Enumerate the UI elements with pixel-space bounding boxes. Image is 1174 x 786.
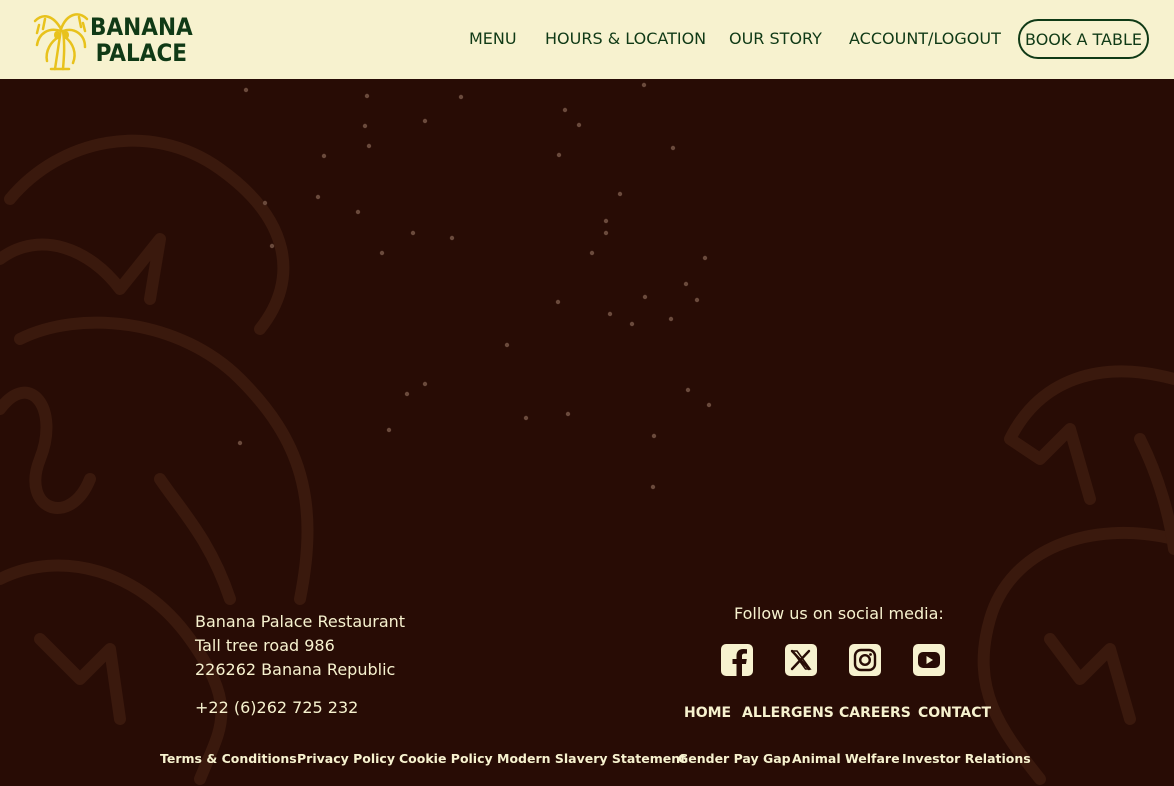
x-icon[interactable]	[784, 643, 818, 677]
legal-link-terms[interactable]: Terms & Conditions	[160, 751, 297, 766]
site-header: BANANA PALACE MENU HOURS & LOCATION OUR …	[0, 0, 1174, 79]
restaurant-address: Banana Palace Restaurant Tall tree road …	[195, 610, 405, 682]
decorative-background	[0, 82, 1174, 785]
footer-link-careers[interactable]: CAREERS	[839, 705, 911, 721]
book-table-button[interactable]: BOOK A TABLE	[1018, 19, 1149, 59]
brand-line-2: PALACE	[95, 39, 188, 67]
legal-link-modern-slavery[interactable]: Modern Slavery Statement	[497, 751, 686, 766]
legal-link-animal-welfare[interactable]: Animal Welfare	[792, 751, 900, 766]
phone-number: +22 (6)262 725 232	[195, 698, 359, 717]
brand-line-1: BANANA	[90, 13, 193, 41]
follow-label: Follow us on social media:	[734, 604, 944, 623]
instagram-icon[interactable]	[848, 643, 882, 677]
logo[interactable]: BANANA PALACE	[33, 7, 193, 71]
nav-menu[interactable]: MENU	[469, 29, 517, 48]
youtube-icon[interactable]	[912, 643, 946, 677]
legal-link-gender-pay-gap[interactable]: Gender Pay Gap	[678, 751, 791, 766]
nav-our-story[interactable]: OUR STORY	[729, 29, 822, 48]
footer-link-contact[interactable]: CONTACT	[918, 705, 991, 721]
nav-hours-location[interactable]: HOURS & LOCATION	[545, 29, 706, 48]
facebook-icon[interactable]	[720, 643, 754, 677]
footer-link-home[interactable]: HOME	[684, 705, 731, 721]
address-street: Tall tree road 986	[195, 636, 335, 655]
banana-tree-icon	[33, 13, 89, 71]
address-name: Banana Palace Restaurant	[195, 612, 406, 631]
nav-account-logout[interactable]: ACCOUNT/LOGOUT	[849, 29, 1001, 48]
legal-link-privacy[interactable]: Privacy Policy	[297, 751, 395, 766]
legal-link-cookie[interactable]: Cookie Policy	[399, 751, 493, 766]
footer-link-allergens[interactable]: ALLERGENS	[742, 705, 834, 721]
address-city: 226262 Banana Republic	[195, 660, 396, 679]
legal-link-investor-relations[interactable]: Investor Relations	[902, 751, 1031, 766]
brand-name: BANANA PALACE	[90, 14, 193, 66]
